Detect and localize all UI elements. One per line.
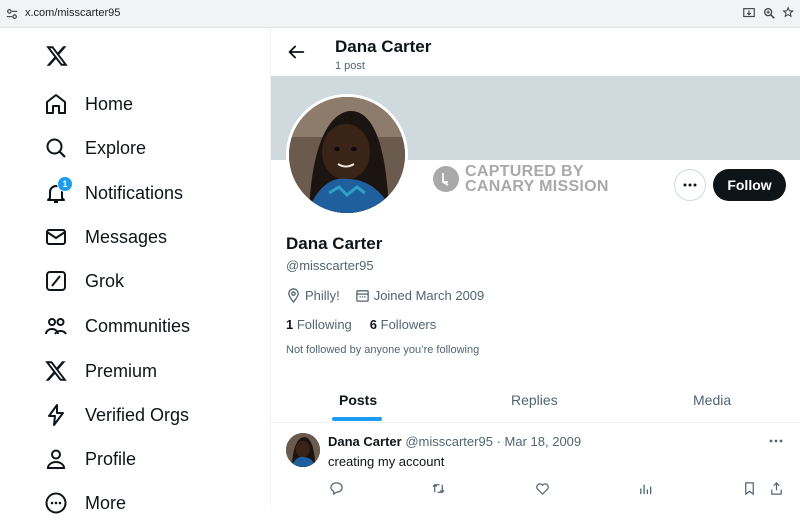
profile-header-bar: Dana Carter 1 post (271, 28, 800, 76)
bookmark-icon[interactable] (742, 481, 757, 496)
calendar-icon (355, 290, 369, 302)
zoom-icon[interactable] (762, 6, 776, 20)
post-date[interactable]: Mar 18, 2009 (505, 434, 582, 449)
header-name: Dana Carter (335, 37, 432, 56)
nav-label: Home (85, 93, 134, 114)
communities-icon (44, 314, 68, 338)
profile-name: Dana Carter (286, 234, 383, 253)
x-logo-icon[interactable] (44, 44, 70, 68)
following-count: 1 (286, 317, 294, 332)
url-text[interactable]: x.com/misscarter95 (25, 7, 120, 19)
nav-premium[interactable]: Premium (44, 351, 157, 391)
active-tab-indicator (332, 417, 382, 421)
nav-label: Profile (85, 448, 137, 469)
more-circle-icon (44, 491, 68, 515)
post-separator: · (496, 434, 501, 449)
canary-mission-watermark: CAPTURED BY CANARY MISSION (433, 163, 609, 195)
nav-label: Communities (85, 315, 191, 336)
x-logo-icon (44, 359, 68, 383)
followed-by-note: Not followed by anyone you’re following (286, 344, 480, 356)
like-icon[interactable] (535, 481, 550, 496)
more-options-button[interactable] (674, 169, 706, 201)
lightning-icon (44, 403, 68, 427)
tab-media[interactable]: Media (693, 378, 731, 422)
profile-location: Philly! (305, 288, 340, 303)
back-arrow-icon[interactable] (285, 41, 307, 63)
profile-meta: Philly! Joined March 2009 (286, 288, 484, 303)
follow-button[interactable]: Follow (713, 169, 786, 201)
nav-label: Notifications (85, 182, 184, 203)
reply-icon[interactable] (329, 481, 344, 496)
profile-handle: @misscarter95 (286, 258, 374, 273)
more-horizontal-icon (683, 183, 697, 187)
canary-logo-icon (433, 166, 459, 192)
nav-label: Verified Orgs (85, 404, 190, 425)
post-text: creating my account (328, 454, 445, 469)
header-post-count: 1 post (335, 60, 365, 72)
post-header: Dana Carter @misscarter95 · Mar 18, 2009 (328, 434, 581, 449)
watermark-line-2: CANARY MISSION (465, 178, 609, 195)
nav-more[interactable]: More (44, 483, 126, 523)
following-label: Following (296, 317, 352, 332)
mail-icon (44, 225, 68, 249)
person-icon (44, 447, 68, 471)
nav-explore[interactable]: Explore (44, 128, 146, 168)
bookmark-star-icon[interactable] (782, 6, 796, 20)
browser-url-bar[interactable]: x.com/misscarter95 (0, 0, 800, 28)
nav-notifications[interactable]: 1 Notifications (44, 173, 183, 213)
nav-label: Messages (85, 226, 168, 247)
post-author-handle[interactable]: @misscarter95 (405, 434, 493, 449)
tab-posts[interactable]: Posts (339, 378, 377, 422)
nav-home[interactable]: Home (44, 84, 133, 124)
profile-joined-date: Joined March 2009 (373, 288, 485, 303)
home-icon (44, 92, 68, 116)
nav-label: Explore (85, 137, 147, 158)
nav-verified-orgs[interactable]: Verified Orgs (44, 395, 189, 435)
profile-stats: 1 Following 6 Followers (286, 317, 436, 332)
followers-label: Followers (380, 317, 437, 332)
nav-grok[interactable]: Grok (44, 261, 124, 301)
watermark-line-1: CAPTURED BY (465, 163, 584, 180)
location-pin-icon (288, 288, 299, 303)
followers-link[interactable]: 6 Followers (370, 317, 436, 332)
profile-column: Dana Carter 1 post CAPTURED BY CANARY MI… (270, 28, 800, 507)
nav-label: Premium (85, 360, 158, 381)
bell-icon: 1 (44, 176, 73, 205)
nav-profile[interactable]: Profile (44, 439, 136, 479)
search-icon (44, 136, 68, 160)
nav-label: More (85, 492, 127, 513)
post-item[interactable]: Dana Carter @misscarter95 · Mar 18, 2009… (271, 423, 800, 507)
following-link[interactable]: 1 Following (286, 317, 352, 332)
profile-avatar[interactable] (286, 94, 408, 216)
nav-label: Grok (85, 270, 125, 291)
share-icon[interactable] (769, 481, 784, 496)
grok-icon (44, 269, 68, 293)
post-author-name[interactable]: Dana Carter (328, 434, 402, 449)
followers-count: 6 (369, 317, 378, 332)
views-icon[interactable] (638, 481, 653, 496)
left-sidebar: Home Explore 1 Notifications Messages Gr… (0, 28, 270, 514)
install-app-icon[interactable] (742, 6, 756, 20)
notification-badge: 1 (57, 176, 73, 192)
nav-communities[interactable]: Communities (44, 306, 190, 346)
post-more-icon[interactable] (768, 433, 784, 449)
post-avatar[interactable] (286, 433, 320, 467)
site-info-icon[interactable] (5, 7, 19, 21)
nav-messages[interactable]: Messages (44, 217, 167, 257)
tab-replies[interactable]: Replies (511, 378, 558, 422)
repost-icon[interactable] (431, 481, 446, 496)
